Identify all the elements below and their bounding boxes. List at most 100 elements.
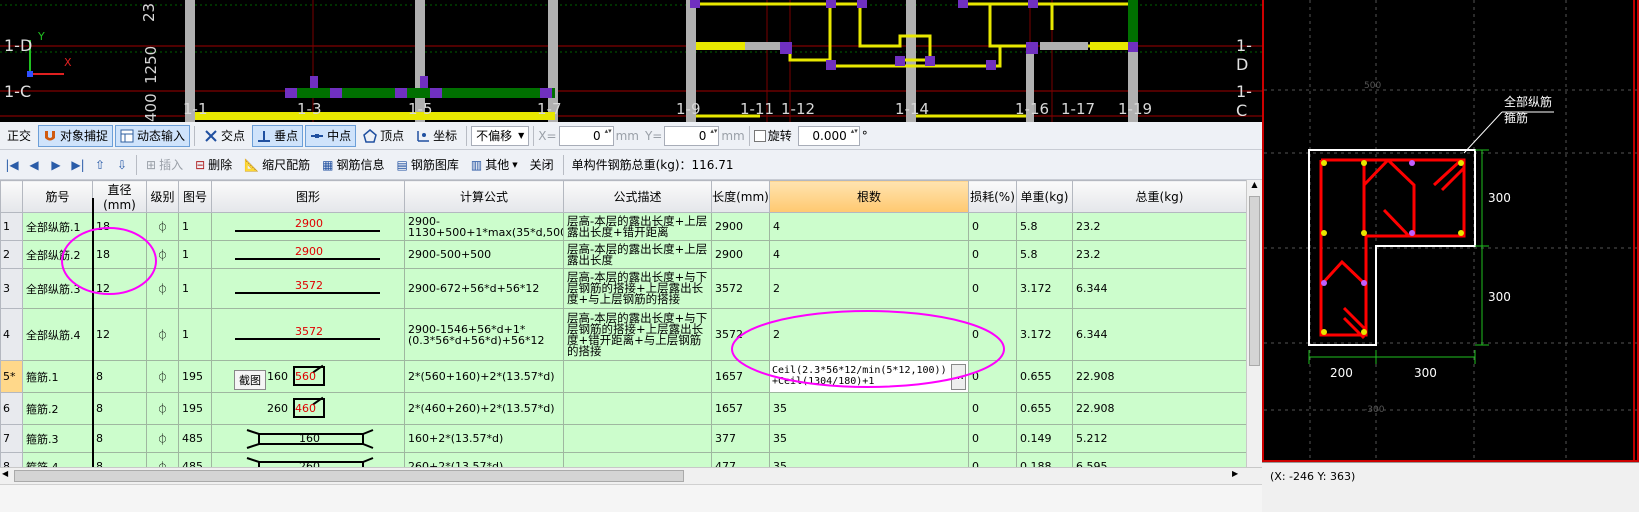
length-cell[interactable]: 2900: [711, 240, 770, 269]
formula-cell[interactable]: 2*(460+260)+2*(13.57*d): [404, 392, 564, 425]
rotate-checkbox[interactable]: [753, 129, 766, 142]
grade-cell[interactable]: ⏀: [146, 268, 179, 309]
loss-cell[interactable]: 0: [968, 452, 1017, 467]
total-weight-cell[interactable]: 23.2: [1072, 240, 1247, 269]
last-record-icon[interactable]: ▶|: [68, 154, 88, 176]
count-cell[interactable]: 4: [769, 212, 969, 241]
x-offset-input[interactable]: 0: [558, 125, 614, 146]
total-weight-cell[interactable]: 22.908: [1072, 360, 1247, 393]
ortho-button[interactable]: 正交: [2, 125, 36, 147]
unit-weight-cell[interactable]: 3.172: [1016, 268, 1073, 309]
first-record-icon[interactable]: |◀: [2, 154, 22, 176]
diameter-cell[interactable]: 12: [92, 268, 147, 309]
bar-id-cell[interactable]: 箍筋.4: [22, 452, 93, 467]
diameter-cell[interactable]: 12: [92, 308, 147, 361]
total-weight-cell[interactable]: 22.908: [1072, 392, 1247, 425]
bar-id-cell[interactable]: 箍筋.1: [22, 360, 93, 393]
grade-cell[interactable]: ⏀: [146, 240, 179, 269]
formula-cell[interactable]: 2900-1130+500+1*max(35*d,500): [404, 212, 564, 241]
diameter-cell[interactable]: 8: [92, 360, 147, 393]
col-header-unit-weight[interactable]: 单重(kg): [1016, 180, 1073, 213]
length-cell[interactable]: 1657: [711, 392, 770, 425]
y-offset-input[interactable]: 0: [664, 125, 720, 146]
figure-no-cell[interactable]: 195: [178, 360, 212, 393]
loss-cell[interactable]: 0: [968, 268, 1017, 309]
figure-no-cell[interactable]: 1: [178, 212, 212, 241]
formula-desc-cell[interactable]: 层高-本层的露出长度+上层露出长度+错开距离: [563, 212, 712, 241]
shape-cell[interactable]: 260 460: [211, 392, 405, 425]
formula-desc-cell[interactable]: [563, 424, 712, 453]
formula-desc-cell[interactable]: 层高-本层的露出长度+与下层钢筋的搭接+上层露出长度+错开距离+与上层钢筋的搭接: [563, 308, 712, 361]
row-number[interactable]: 2: [0, 240, 23, 269]
total-weight-cell[interactable]: 23.2: [1072, 212, 1247, 241]
close-button[interactable]: 关闭: [525, 154, 559, 176]
loss-cell[interactable]: 0: [968, 212, 1017, 241]
next-record-icon[interactable]: ▶: [46, 154, 66, 176]
formula-desc-cell[interactable]: [563, 360, 712, 393]
move-down-icon[interactable]: ⇩: [112, 154, 132, 176]
table-row[interactable]: 8 箍筋.4 8 ⏀ 485 260 260+2*(13.57*d) 477 3…: [0, 452, 1247, 467]
figure-no-cell[interactable]: 1: [178, 268, 212, 309]
formula-cell[interactable]: 2*(560+160)+2*(13.57*d): [404, 360, 564, 393]
unit-weight-cell[interactable]: 5.8: [1016, 212, 1073, 241]
intersection-snap-button[interactable]: 交点: [199, 125, 250, 147]
col-header-count[interactable]: 根数: [769, 180, 969, 213]
col-header-loss[interactable]: 损耗(%): [968, 180, 1017, 213]
count-formula-input[interactable]: Ceil(2.3*56*12/min(5*12,100))+Ceil(1304/…: [772, 365, 950, 387]
col-header-total-weight[interactable]: 总重(kg): [1072, 180, 1247, 213]
table-row[interactable]: 3 全部纵筋.3 12 ⏀ 1 3572 2900-672+56*d+56*12…: [0, 268, 1247, 309]
row-number[interactable]: 8: [0, 452, 23, 467]
loss-cell[interactable]: 0: [968, 240, 1017, 269]
grade-cell[interactable]: ⏀: [146, 452, 179, 467]
length-cell[interactable]: 3572: [711, 268, 770, 309]
length-cell[interactable]: 3572: [711, 308, 770, 361]
insert-row-button[interactable]: ⊞ 插入: [141, 154, 188, 176]
col-header-length[interactable]: 长度(mm): [711, 180, 770, 213]
count-cell[interactable]: 35: [769, 424, 969, 453]
grade-cell[interactable]: ⏀: [146, 392, 179, 425]
count-cell[interactable]: 2: [769, 308, 969, 361]
total-weight-cell[interactable]: 6.344: [1072, 268, 1247, 309]
col-header-formula-desc[interactable]: 公式描述: [563, 180, 712, 213]
formula-desc-cell[interactable]: 层高-本层的露出长度+上层露出长度: [563, 240, 712, 269]
figure-no-cell[interactable]: 195: [178, 392, 212, 425]
formula-desc-cell[interactable]: [563, 452, 712, 467]
section-preview-panel[interactable]: 全部纵筋 箍筋 300 300 200 300 500 -300: [1262, 0, 1639, 462]
loss-cell[interactable]: 0: [968, 360, 1017, 393]
scroll-thumb[interactable]: [1249, 196, 1260, 366]
bar-id-cell[interactable]: 全部纵筋.4: [22, 308, 93, 361]
loss-cell[interactable]: 0: [968, 308, 1017, 361]
loss-cell[interactable]: 0: [968, 424, 1017, 453]
count-cell-editing[interactable]: Ceil(2.3*56*12/min(5*12,100))+Ceil(1304/…: [769, 360, 969, 393]
length-cell[interactable]: 2900: [711, 212, 770, 241]
figure-no-cell[interactable]: 1: [178, 240, 212, 269]
bar-id-cell[interactable]: 全部纵筋.1: [22, 212, 93, 241]
coordinate-snap-button[interactable]: 坐标: [411, 125, 462, 147]
formula-ellipsis-button[interactable]: …: [951, 363, 966, 390]
figure-no-cell[interactable]: 485: [178, 424, 212, 453]
figure-no-cell[interactable]: 485: [178, 452, 212, 467]
table-row[interactable]: 6 箍筋.2 8 ⏀ 195 260 460 2*(460+260)+2*(13…: [0, 392, 1247, 425]
rotate-angle-input[interactable]: 0.000: [797, 125, 860, 146]
delete-row-button[interactable]: ⊟ 删除: [190, 154, 237, 176]
table-row[interactable]: 2 全部纵筋.2 18 ⏀ 1 2900 2900-500+500 层高-本层的…: [0, 240, 1247, 269]
row-number[interactable]: 3: [0, 268, 23, 309]
unit-weight-cell[interactable]: 5.8: [1016, 240, 1073, 269]
row-number[interactable]: 6: [0, 392, 23, 425]
rebar-library-button[interactable]: ▤ 钢筋图库: [391, 154, 463, 176]
formula-cell[interactable]: 260+2*(13.57*d): [404, 452, 564, 467]
vertex-snap-button[interactable]: 顶点: [358, 125, 409, 147]
bar-id-cell[interactable]: 箍筋.2: [22, 392, 93, 425]
diameter-cell[interactable]: 18: [92, 240, 147, 269]
table-vertical-scrollbar[interactable]: ▲: [1246, 180, 1262, 467]
loss-cell[interactable]: 0: [968, 392, 1017, 425]
section-drawing[interactable]: [1264, 0, 1637, 462]
scroll-left-arrow-icon[interactable]: ◀: [2, 469, 8, 478]
length-cell[interactable]: 377: [711, 424, 770, 453]
count-cell[interactable]: 35: [769, 392, 969, 425]
grade-cell[interactable]: ⏀: [146, 360, 179, 393]
table-row[interactable]: 4 全部纵筋.4 12 ⏀ 1 3572 2900-1546+56*d+1*(0…: [0, 308, 1247, 361]
total-weight-cell[interactable]: 6.344: [1072, 308, 1247, 361]
rebar-info-button[interactable]: ▦ 钢筋信息: [317, 154, 389, 176]
shape-cell[interactable]: 3572: [211, 308, 405, 361]
